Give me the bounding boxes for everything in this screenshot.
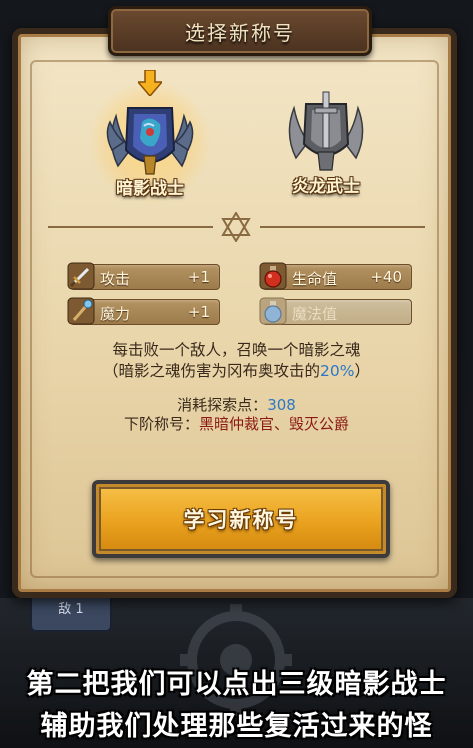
stat-value: +1 — [187, 303, 210, 321]
staff-icon — [67, 297, 95, 325]
description-suffix: ） — [354, 362, 370, 380]
learn-button-label: 学习新称号 — [183, 508, 299, 532]
next-title-label: 下阶称号： — [123, 415, 199, 433]
stat-label: 魔法值 — [292, 305, 338, 323]
learn-new-title-button[interactable]: 学习新称号 — [92, 480, 390, 558]
gear-decoration-icon — [180, 604, 292, 716]
dialog-header: 选择新称号 — [108, 6, 372, 56]
stat-magic: 魔力 +1 — [67, 297, 220, 325]
stat-label: 魔力 — [100, 305, 131, 323]
description-line-2: （暗影之魂伤害为冈布奥攻击的20%） — [40, 359, 433, 381]
cost-line: 消耗探索点：308 — [40, 394, 433, 415]
flame-dragon-emblem-icon — [288, 91, 364, 171]
potion-blue-icon — [259, 297, 287, 325]
next-title-value: 黑暗仲裁官、毁灭公爵 — [199, 415, 350, 433]
cost-value: 308 — [267, 396, 296, 414]
shadow-warrior-emblem-icon — [106, 107, 194, 175]
cost-label: 消耗探索点： — [177, 396, 268, 414]
description-prefix: （暗影之魂伤害为冈布奥攻击的 — [103, 362, 321, 380]
stat-mp: 魔法值 — [259, 297, 412, 325]
title-name-shadow-warrior: 暗影战士 — [116, 179, 184, 199]
sword-icon — [67, 262, 95, 290]
potion-red-icon — [259, 262, 287, 290]
subtitle-line-2: 辅助我们处理那些复活过来的怪 — [40, 711, 433, 742]
description-line-1: 每击败一个敌人，召唤一个暗影之魂 — [112, 341, 361, 359]
stat-value: +40 — [370, 268, 402, 286]
selected-arrow-icon — [138, 70, 162, 96]
dialog-title: 选择新称号 — [185, 20, 295, 45]
next-title-line: 下阶称号：黑暗仲裁官、毁灭公爵 — [40, 413, 433, 434]
stat-value: +1 — [187, 268, 210, 286]
description-percent: 20% — [320, 362, 355, 380]
stat-label: 生命值 — [292, 270, 338, 288]
subtitle-line-1: 第二把我们可以点出三级暗影战士 — [26, 669, 447, 700]
title-name-flame-dragon: 炎龙武士 — [292, 177, 360, 197]
stat-label: 攻击 — [100, 270, 131, 288]
stat-hp: 生命值 +40 — [259, 262, 412, 290]
stat-attack: 攻击 +1 — [67, 262, 220, 290]
ornament-divider — [48, 212, 425, 242]
